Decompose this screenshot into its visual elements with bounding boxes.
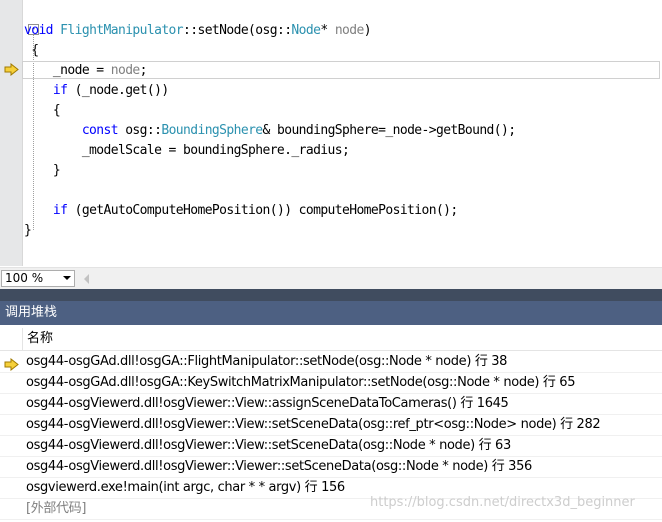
code-editor[interactable]: - void FlightManipulator::setNode(osg::N… (0, 0, 662, 266)
code-token: if (52, 203, 68, 218)
panel-splitter[interactable] (0, 289, 662, 301)
code-line[interactable]: if (getAutoComputeHomePosition()) comput… (24, 201, 458, 221)
code-line[interactable]: if (_node.get()) (24, 81, 169, 101)
code-token: & boundingSphere=_node->getBound(); (262, 123, 517, 138)
code-line[interactable]: { (24, 101, 61, 121)
code-token: (_node.get()) (67, 83, 170, 98)
call-stack-frame-text: osg44-osgViewerd.dll!osgViewer::View::se… (26, 417, 601, 432)
code-token: * (320, 23, 335, 38)
call-stack-frame-text: osgviewerd.exe!main(int argc, char * * a… (26, 480, 345, 495)
editor-gutter[interactable] (0, 0, 23, 266)
code-area[interactable]: - void FlightManipulator::setNode(osg::N… (24, 0, 662, 266)
call-stack-frame-text: osg44-osgGAd.dll!osgGA::KeySwitchMatrixM… (26, 375, 576, 390)
call-stack-row[interactable]: osg44-osgViewerd.dll!osgViewer::View::se… (0, 415, 662, 436)
code-line[interactable]: const osg::BoundingSphere& boundingSpher… (24, 121, 517, 141)
code-token: const (81, 123, 119, 138)
code-token: ::setNode(osg:: (183, 23, 292, 38)
code-token: osg:: (117, 123, 162, 138)
call-stack-frame-text: osg44-osgViewerd.dll!osgViewer::Viewer::… (26, 459, 532, 474)
current-line-highlight (22, 61, 660, 79)
column-name-label: 名称 (27, 331, 54, 346)
current-statement-arrow-icon[interactable] (4, 63, 19, 76)
code-token: } (24, 223, 32, 238)
code-token: Node (291, 23, 321, 38)
zoom-dropdown[interactable]: 100 % (1, 270, 75, 287)
call-stack-frame-text: [外部代码] (26, 501, 87, 516)
call-stack-column-header[interactable]: 名称 (0, 326, 662, 351)
chevron-down-icon (63, 276, 71, 280)
code-token: _modelScale = boundingSphere._radius; (24, 143, 350, 158)
watermark: https://blog.csdn.net/directx3d_beginner (370, 495, 635, 510)
call-stack-row[interactable]: osg44-osgGAd.dll!osgGA::FlightManipulato… (0, 352, 662, 373)
code-line[interactable]: } (24, 221, 32, 241)
code-token: { (24, 103, 61, 118)
call-stack-row[interactable]: osg44-osgViewerd.dll!osgViewer::View::as… (0, 394, 662, 415)
code-token: BoundingSphere (161, 123, 263, 138)
call-stack-title: 调用堆栈 (0, 301, 662, 325)
call-stack-frame-text: osg44-osgViewerd.dll!osgViewer::View::as… (26, 396, 509, 411)
call-stack-frame-text: osg44-osgViewerd.dll!osgViewer::View::se… (26, 438, 511, 453)
code-token: if (52, 83, 68, 98)
call-stack-frame-text: osg44-osgGAd.dll!osgGA::FlightManipulato… (26, 354, 508, 369)
call-stack-row[interactable]: osg44-osgGAd.dll!osgGA::KeySwitchMatrixM… (0, 373, 662, 394)
code-token: { (24, 43, 39, 58)
column-separator (22, 328, 23, 350)
code-line[interactable]: } (24, 161, 61, 181)
code-token: node (334, 23, 365, 38)
code-token: ) (363, 23, 372, 38)
code-line[interactable]: _modelScale = boundingSphere._radius; (24, 141, 350, 161)
code-token: } (24, 163, 61, 178)
code-token: (getAutoComputeHomePosition()) computeHo… (67, 203, 459, 218)
call-stack-row[interactable]: osg44-osgViewerd.dll!osgViewer::Viewer::… (0, 457, 662, 478)
code-line[interactable]: { (24, 41, 39, 61)
code-line[interactable]: void FlightManipulator::setNode(osg::Nod… (24, 21, 372, 41)
code-token: FlightManipulator (60, 23, 184, 38)
editor-horizontal-bar: 100 % (0, 267, 662, 290)
zoom-value: 100 % (5, 271, 44, 285)
scroll-left-icon[interactable] (84, 274, 89, 284)
call-stack-row[interactable]: osg44-osgViewerd.dll!osgViewer::View::se… (0, 436, 662, 457)
code-token: void (24, 23, 54, 38)
